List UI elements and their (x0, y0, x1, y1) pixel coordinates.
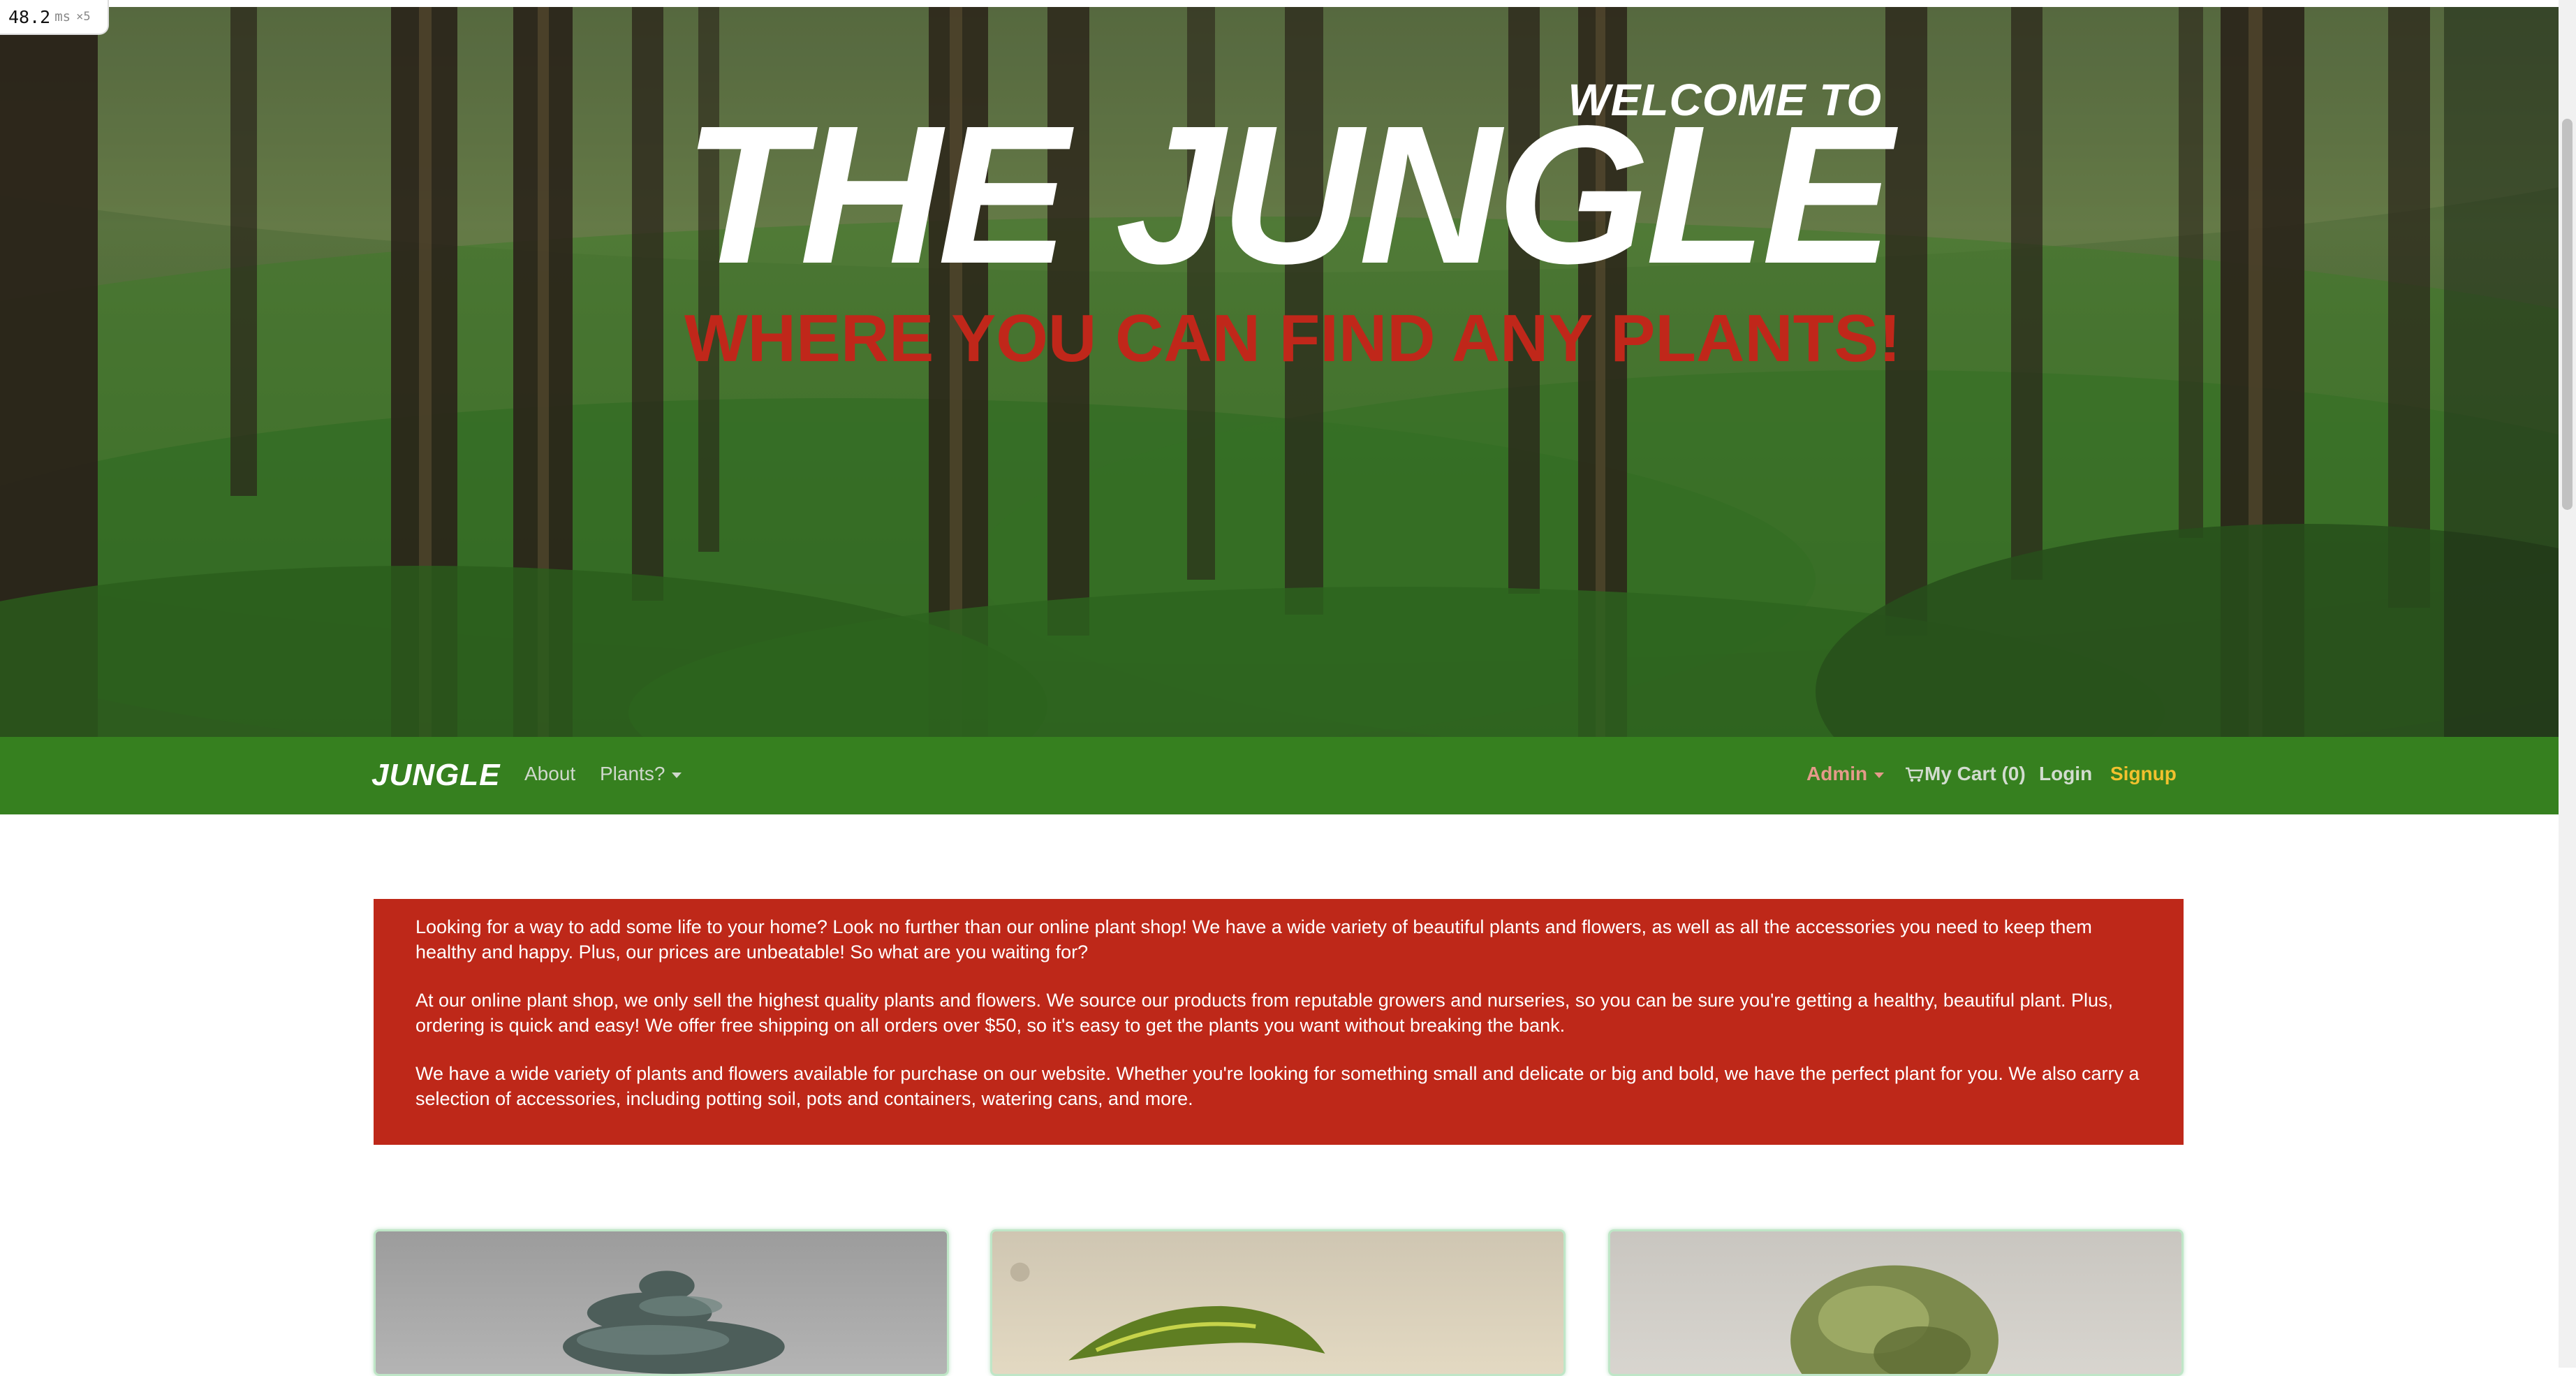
about-paragraph: We have a wide variety of plants and flo… (415, 1063, 2140, 1109)
about-paragraph: At our online plant shop, we only sell t… (415, 990, 2114, 1036)
page-scrollbar[interactable] (2559, 0, 2576, 1368)
nav-signup-link[interactable]: Signup (2110, 763, 2177, 785)
nav-about-link[interactable]: About (524, 763, 575, 785)
nav-cart-link[interactable]: My Cart (0) (1905, 763, 2026, 785)
main-navbar: JUNGLE About Plants? Admin My Cart (0) L… (0, 737, 2559, 814)
perf-unit: ms (54, 9, 71, 24)
round-bonsai-image (1790, 1265, 1999, 1374)
chevron-down-icon (672, 772, 682, 778)
nav-plants-label: Plants? (600, 763, 665, 784)
product-card[interactable] (990, 1229, 1566, 1376)
leafy-plant-image (1010, 1262, 1325, 1361)
hero-banner: WELCOME TO THE JUNGLE WHERE YOU CAN FIND… (0, 7, 2559, 737)
brand-logo[interactable]: JUNGLE (371, 758, 500, 793)
product-card[interactable] (374, 1229, 949, 1376)
perf-badge: 48.2 ms ×5 (0, 0, 109, 35)
hero-title: THE JUNGLE (683, 85, 1893, 305)
hero-tagline: WHERE YOU CAN FIND ANY PLANTS! (684, 301, 1901, 376)
perf-value: 48.2 (8, 6, 51, 27)
about-paragraph: Looking for a way to add some life to yo… (415, 916, 2092, 963)
nav-cart-label: My Cart (0) (1924, 763, 2026, 784)
nav-plants-dropdown[interactable]: Plants? (600, 763, 682, 785)
product-card[interactable] (1608, 1229, 2184, 1376)
scrollbar-thumb[interactable] (2562, 119, 2573, 510)
nav-login-link[interactable]: Login (2039, 763, 2092, 785)
perf-multiplier: ×5 (76, 10, 91, 24)
chevron-down-icon (1874, 772, 1885, 778)
nav-admin-label: Admin (1806, 763, 1868, 784)
bonsai-tree-image (563, 1271, 785, 1374)
cart-icon (1906, 767, 1923, 782)
about-section: Looking for a way to add some life to yo… (374, 899, 2184, 1145)
nav-admin-dropdown[interactable]: Admin (1806, 763, 1885, 785)
